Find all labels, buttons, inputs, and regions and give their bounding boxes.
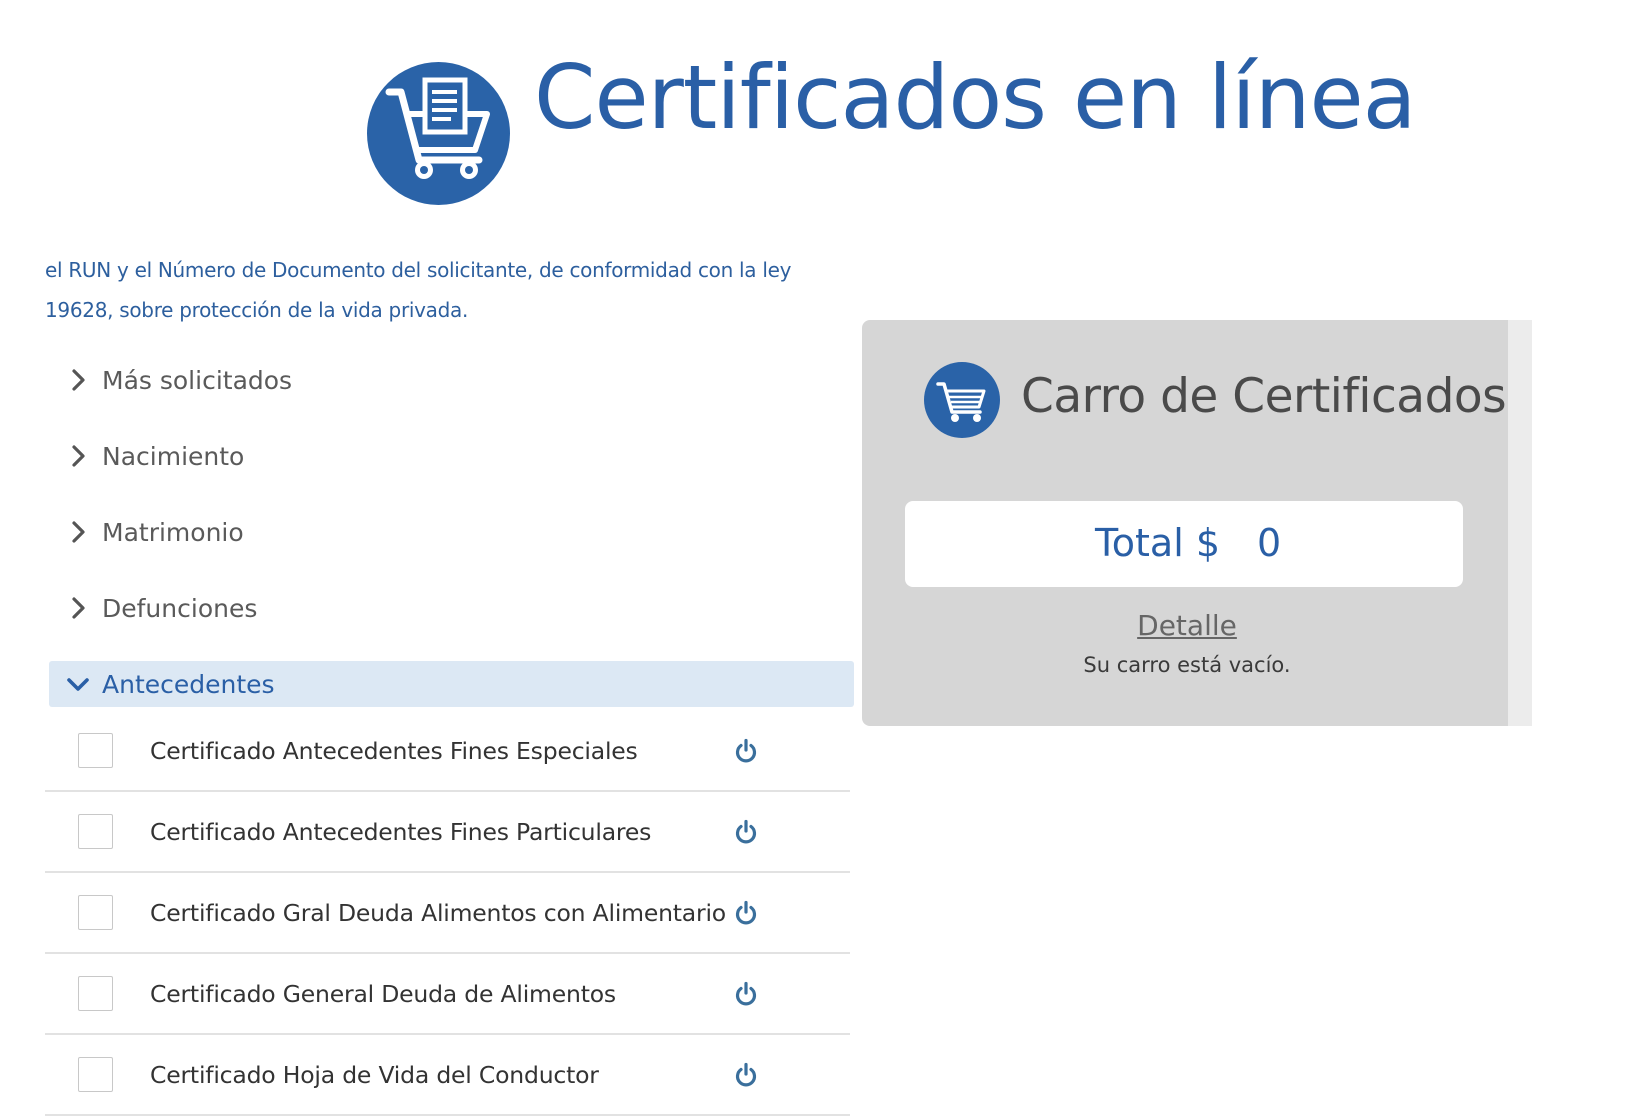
chevron-down-icon: [67, 678, 89, 691]
intro-line-2: 19628, sobre protección de la vida priva…: [45, 298, 469, 322]
intro-line-1: el RUN y el Número de Documento del soli…: [45, 258, 792, 282]
header-logo-icon: [367, 62, 510, 205]
certificate-row: Certificado General Deuda de Alimentos: [45, 955, 850, 1035]
chevron-right-icon: [72, 369, 85, 391]
certificate-checkbox[interactable]: [78, 976, 113, 1011]
power-icon[interactable]: [733, 738, 759, 764]
certificate-checkbox[interactable]: [78, 895, 113, 930]
certificate-row: Certificado Antecedentes Fines Particula…: [45, 793, 850, 873]
certificate-label: Certificado Gral Deuda Alimentos con Ali…: [150, 899, 726, 927]
certificate-row: Certificado Hoja de Vida del Conductor: [45, 1036, 850, 1116]
category-label: Antecedentes: [102, 669, 275, 699]
power-icon[interactable]: [733, 819, 759, 845]
category-matrimonio[interactable]: Matrimonio: [49, 508, 854, 556]
certificate-row: Certificado Gral Deuda Alimentos con Ali…: [45, 874, 850, 954]
certificate-label: Certificado General Deuda de Alimentos: [150, 980, 616, 1008]
cart-icon: [924, 362, 1000, 438]
category-antecedentes[interactable]: Antecedentes: [49, 661, 854, 707]
certificate-checkbox[interactable]: [78, 814, 113, 849]
category-nacimiento[interactable]: Nacimiento: [49, 432, 854, 480]
chevron-right-icon: [72, 597, 85, 619]
power-icon[interactable]: [733, 900, 759, 926]
certificate-label: Certificado Hoja de Vida del Conductor: [150, 1061, 599, 1089]
power-icon[interactable]: [733, 981, 759, 1007]
category-defunciones[interactable]: Defunciones: [49, 584, 854, 632]
chevron-right-icon: [72, 445, 85, 467]
chevron-right-icon: [72, 521, 85, 543]
total-value: 0: [1257, 521, 1282, 565]
certificate-checkbox[interactable]: [78, 733, 113, 768]
category-label: Nacimiento: [102, 441, 245, 471]
certificate-label: Certificado Antecedentes Fines Especiale…: [150, 737, 638, 765]
intro-text: el RUN y el Número de Documento del soli…: [45, 250, 825, 330]
total-label: Total $: [1095, 521, 1221, 565]
category-label: Matrimonio: [102, 517, 244, 547]
certificate-checkbox[interactable]: [78, 1057, 113, 1092]
certificate-row: Certificado Antecedentes Fines Especiale…: [45, 712, 850, 792]
cart-title: Carro de Certificados: [1021, 369, 1507, 424]
power-icon[interactable]: [733, 1062, 759, 1088]
empty-cart-message: Su carro está vacío.: [1083, 653, 1291, 677]
cart-scrollbar[interactable]: [1508, 320, 1532, 726]
detail-link[interactable]: Detalle: [1070, 608, 1304, 644]
category-label: Defunciones: [102, 593, 258, 623]
certificate-label: Certificado Antecedentes Fines Particula…: [150, 818, 652, 846]
page-title: Certificados en línea: [534, 46, 1417, 149]
category-mas-solicitados[interactable]: Más solicitados: [49, 356, 854, 404]
category-label: Más solicitados: [102, 365, 293, 395]
